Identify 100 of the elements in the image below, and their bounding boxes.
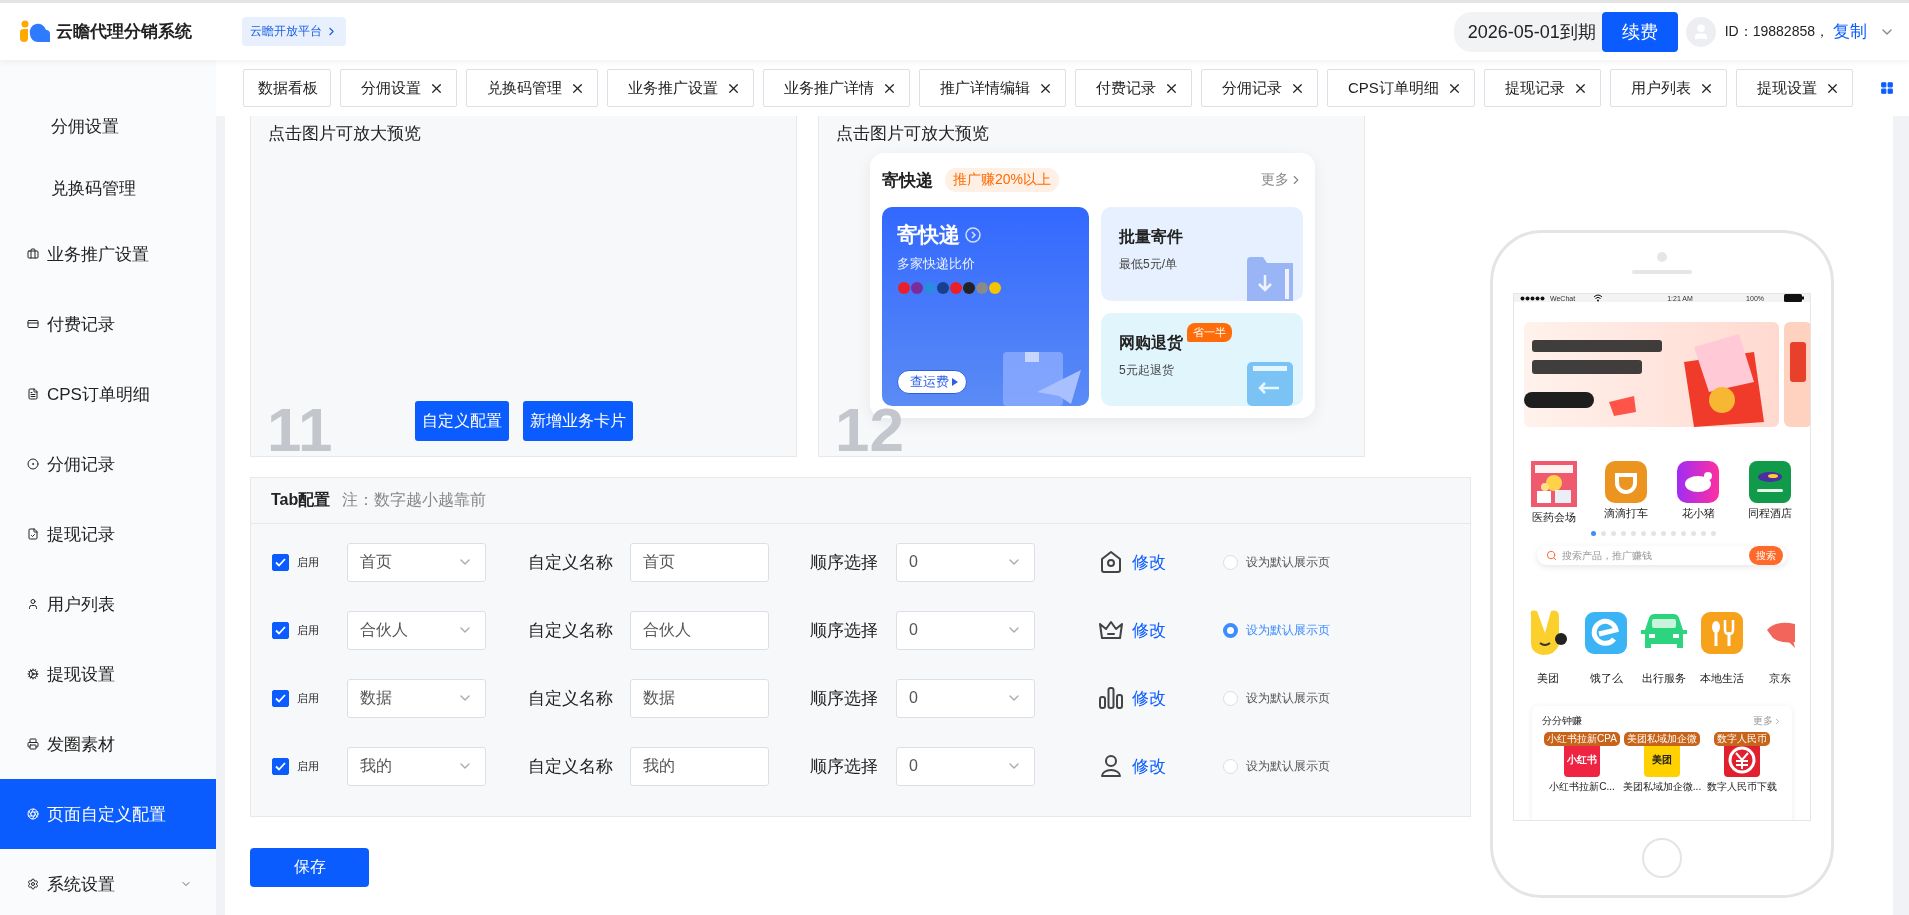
page-tab[interactable]: 兑换码管理: [466, 69, 598, 107]
copy-link[interactable]: 复制: [1833, 20, 1867, 43]
action-button[interactable]: 自定义配置: [414, 401, 509, 441]
page-dot[interactable]: [1711, 531, 1716, 536]
page-tab[interactable]: 业务推广设置: [607, 69, 754, 107]
name-input[interactable]: 数据: [630, 678, 769, 718]
sidebar-item[interactable]: 提现记录: [0, 499, 216, 569]
order-select[interactable]: 0: [896, 542, 1035, 582]
sidebar-item[interactable]: 兑换码管理: [0, 157, 216, 219]
save-button[interactable]: 保存: [250, 848, 369, 887]
service-label[interactable]: 饿了么: [1589, 671, 1623, 686]
page-dot[interactable]: [1631, 531, 1636, 536]
signal-icon: [1520, 295, 1546, 301]
page-dot[interactable]: [1601, 531, 1606, 536]
sidebar-item[interactable]: 页面自定义配置: [0, 779, 216, 849]
order-select[interactable]: 0: [896, 678, 1035, 718]
camera-icon: [1657, 252, 1667, 262]
edit-link[interactable]: 修改: [1132, 686, 1166, 710]
page-tab[interactable]: 分佣设置: [340, 69, 457, 107]
sidebar-item[interactable]: 发圈素材: [0, 709, 216, 779]
shortcut-label[interactable]: 滴滴打车: [1604, 506, 1648, 521]
page-tab[interactable]: 推广详情编辑: [919, 69, 1066, 107]
page-select[interactable]: 首页: [347, 542, 486, 582]
product-name[interactable]: 数字人民币下载: [1707, 780, 1777, 794]
tile-subtitle: 5元起退货: [1119, 361, 1175, 379]
page-dot[interactable]: [1681, 531, 1686, 536]
query-button[interactable]: 查运费: [897, 370, 967, 394]
page-dot[interactable]: [1621, 531, 1626, 536]
radio-button[interactable]: [1223, 622, 1238, 638]
service-label[interactable]: 本地生活: [1700, 671, 1744, 686]
name-input[interactable]: 首页: [630, 542, 769, 582]
page-dot[interactable]: [1611, 531, 1616, 536]
sidebar-item[interactable]: 系统设置: [0, 849, 216, 915]
wifi-icon: [1593, 294, 1604, 302]
name-input[interactable]: 合伙人: [630, 610, 769, 650]
radio-label: 设为默认展示页: [1246, 757, 1330, 775]
more-link[interactable]: 更多: [1261, 171, 1303, 189]
sidebar-item[interactable]: 分佣记录: [0, 429, 216, 499]
checkbox[interactable]: [272, 553, 289, 571]
target-icon: [27, 458, 39, 470]
page-tab[interactable]: 业务推广详情: [763, 69, 910, 107]
checkbox-label: 启用: [297, 758, 320, 774]
renew-button[interactable]: 续费: [1601, 11, 1678, 52]
sidebar-item[interactable]: 分佣设置: [0, 95, 216, 157]
page-dot[interactable]: [1671, 531, 1676, 536]
sidebar-item[interactable]: 业务推广设置: [0, 219, 216, 289]
order-select[interactable]: 0: [896, 746, 1035, 786]
service-label[interactable]: 出行服务: [1642, 671, 1686, 686]
user-icon: [27, 598, 39, 610]
product-badge: 数字人民币: [1714, 732, 1770, 746]
page-tab[interactable]: 提现设置: [1735, 69, 1853, 107]
discount-badge: 省一半: [1187, 322, 1232, 342]
page-select[interactable]: 我的: [347, 746, 486, 786]
action-button[interactable]: 新增业务卡片: [522, 401, 633, 441]
page-dot[interactable]: [1641, 531, 1646, 536]
field-label: 自定义名称: [528, 551, 614, 574]
page-select[interactable]: 数据: [347, 678, 486, 718]
page-select[interactable]: 合伙人: [347, 610, 486, 650]
promo-tag: 推广赚20%以上: [945, 168, 1060, 192]
product-name[interactable]: 小红书拉新C...: [1549, 780, 1615, 794]
sidebar-item[interactable]: 提现设置: [0, 639, 216, 709]
sidebar-item[interactable]: 付费记录: [0, 289, 216, 359]
page-dot[interactable]: [1701, 531, 1706, 536]
page-tab[interactable]: 分佣记录: [1201, 69, 1318, 107]
platform-link[interactable]: 云瞻开放平台: [242, 17, 346, 46]
shortcut-label[interactable]: 医药会场: [1532, 510, 1576, 525]
page-dot[interactable]: [1661, 531, 1666, 536]
shortcut-label[interactable]: 花小猪: [1681, 506, 1715, 521]
checkbox[interactable]: [272, 757, 289, 775]
page-dot[interactable]: [1691, 531, 1696, 536]
service-label[interactable]: 京东: [1769, 671, 1791, 686]
field-label: 自定义名称: [528, 755, 614, 778]
field-label: 顺序选择: [810, 755, 879, 778]
chevron-icon: [1773, 716, 1782, 726]
sidebar-item[interactable]: 用户列表: [0, 569, 216, 639]
check-icon: [275, 557, 286, 567]
checkbox[interactable]: [272, 689, 289, 707]
page-tab[interactable]: 用户列表: [1609, 69, 1727, 107]
tile-title: 网购退货: [1119, 332, 1183, 354]
name-input[interactable]: 我的: [630, 746, 769, 786]
checkbox[interactable]: [272, 621, 289, 639]
page-dot[interactable]: [1591, 531, 1596, 536]
page-tab[interactable]: 数据看板: [243, 69, 331, 107]
page-tab[interactable]: CPS订单明细: [1327, 69, 1475, 107]
edit-link[interactable]: 修改: [1132, 618, 1166, 642]
tab-label: 付费记录: [1096, 78, 1156, 98]
shortcut-label[interactable]: 同程酒店: [1748, 506, 1792, 521]
order-select[interactable]: 0: [896, 610, 1035, 650]
product-badge: 美团私域加企微: [1624, 732, 1700, 746]
page-tab[interactable]: 提现记录: [1483, 69, 1601, 107]
product-name[interactable]: 美团私域加企微...: [1622, 780, 1702, 794]
radio-label: 设为默认展示页: [1246, 621, 1330, 639]
tab-label: 业务推广详情: [784, 78, 874, 98]
edit-link[interactable]: 修改: [1132, 754, 1166, 778]
edit-link[interactable]: 修改: [1132, 550, 1166, 574]
tab-label: CPS订单明细: [1348, 78, 1439, 98]
service-label[interactable]: 美团: [1537, 671, 1559, 686]
page-tab[interactable]: 付费记录: [1075, 69, 1192, 107]
page-dot[interactable]: [1651, 531, 1656, 536]
sidebar-item[interactable]: CPS订单明细: [0, 359, 216, 429]
